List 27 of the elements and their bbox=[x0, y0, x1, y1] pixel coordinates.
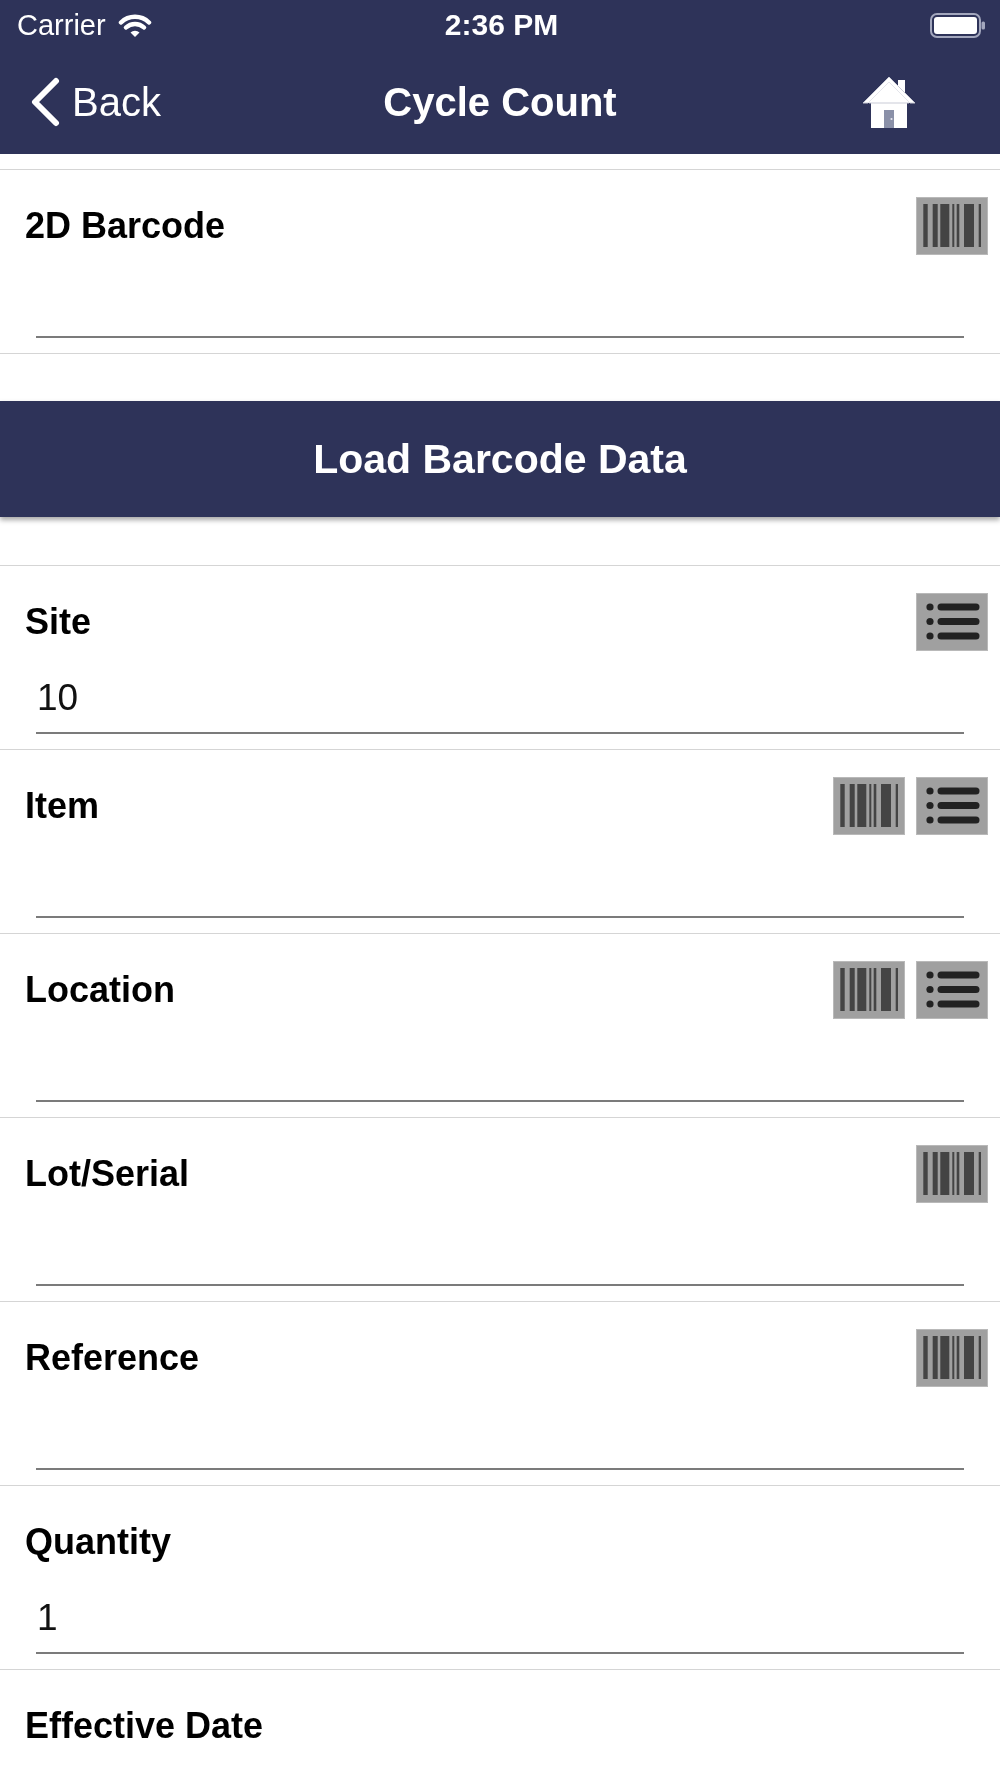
barcode-icon[interactable] bbox=[916, 196, 988, 255]
field-label: Item bbox=[25, 783, 100, 828]
field-label: Site bbox=[25, 599, 92, 644]
barcode-icon[interactable] bbox=[916, 1144, 988, 1203]
barcode-icon[interactable] bbox=[833, 776, 905, 835]
carrier-label: Carrier bbox=[17, 8, 106, 42]
status-time: 2:36 PM bbox=[444, 8, 559, 42]
barcode-icon[interactable] bbox=[833, 960, 905, 1019]
list-icon[interactable] bbox=[916, 776, 988, 835]
screen-title: Cycle Count bbox=[383, 79, 617, 126]
battery-icon bbox=[930, 12, 986, 38]
field-label: Location bbox=[25, 967, 175, 1012]
home-icon[interactable] bbox=[862, 75, 916, 129]
barcode-icon[interactable] bbox=[916, 1328, 988, 1387]
list-icon[interactable] bbox=[916, 960, 988, 1019]
field-label: Lot/Serial bbox=[25, 1151, 190, 1196]
field-label: 2D Barcode bbox=[25, 203, 226, 248]
field-label: Quantity bbox=[25, 1519, 171, 1564]
load-button[interactable]: Load Barcode Data bbox=[0, 401, 1000, 517]
field-label: Effective Date bbox=[25, 1703, 264, 1748]
text-field[interactable]: 1 bbox=[36, 1586, 964, 1654]
back-button[interactable]: Back bbox=[30, 77, 161, 127]
list-icon[interactable] bbox=[916, 592, 988, 651]
field-label: Reference bbox=[25, 1335, 200, 1380]
wifi-icon bbox=[117, 12, 152, 38]
text-field[interactable]: 10 bbox=[36, 666, 964, 734]
chevron-left-icon bbox=[30, 77, 60, 127]
